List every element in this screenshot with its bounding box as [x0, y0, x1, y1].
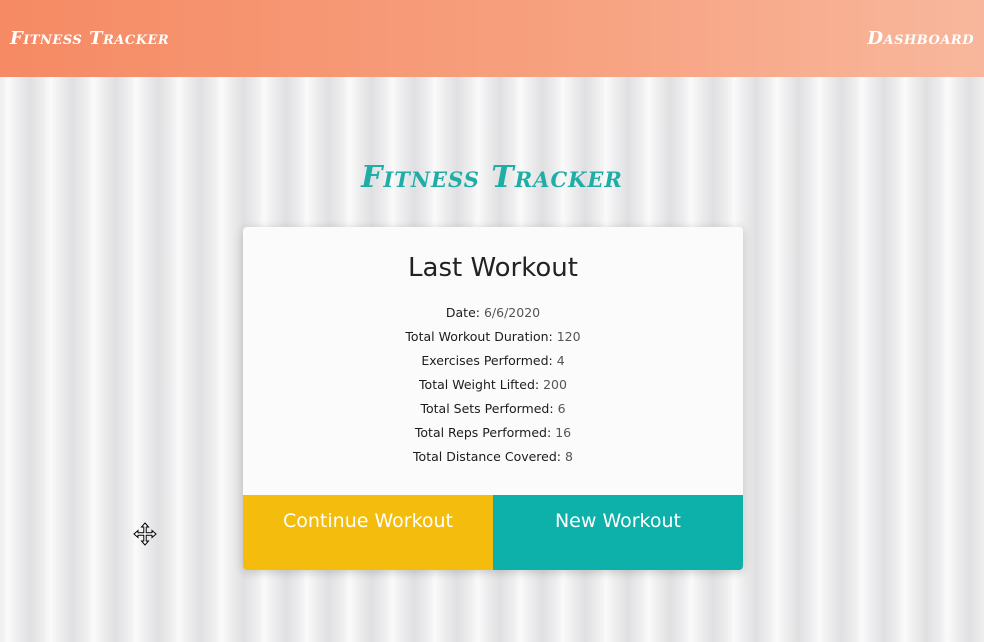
- move-cursor-icon: [133, 522, 157, 546]
- stat-label: Total Weight Lifted:: [419, 377, 540, 392]
- stat-duration: Total Workout Duration: 120: [243, 325, 743, 349]
- brand-link[interactable]: Fitness Tracker: [10, 28, 169, 49]
- card-title: Last Workout: [408, 253, 578, 283]
- dashboard-link[interactable]: Dashboard: [867, 28, 974, 49]
- stat-value: 4: [556, 353, 565, 368]
- stat-value: 120: [556, 329, 581, 344]
- page-title: Fitness Tracker: [361, 160, 623, 195]
- card-actions: Continue Workout New Workout: [243, 495, 743, 570]
- stat-value: 6/6/2020: [483, 305, 541, 320]
- stat-label: Exercises Performed:: [421, 353, 553, 368]
- navbar: Fitness Tracker Dashboard: [0, 0, 984, 77]
- stat-sets: Total Sets Performed: 6: [243, 397, 743, 421]
- stat-value: 6: [557, 401, 566, 416]
- stat-label: Total Workout Duration:: [405, 329, 553, 344]
- stat-value: 16: [555, 425, 572, 440]
- stat-distance: Total Distance Covered: 8: [243, 445, 743, 469]
- stat-exercises: Exercises Performed: 4: [243, 349, 743, 373]
- stat-label: Total Reps Performed:: [414, 425, 552, 440]
- stat-weight: Total Weight Lifted: 200: [243, 373, 743, 397]
- stat-label: Date:: [445, 305, 480, 320]
- last-workout-card: Last Workout Date: 6/6/2020 Total Workou…: [243, 227, 743, 570]
- stat-label: Total Sets Performed:: [420, 401, 554, 416]
- workout-stats: Date: 6/6/2020 Total Workout Duration: 1…: [243, 301, 743, 469]
- stat-reps: Total Reps Performed: 16: [243, 421, 743, 445]
- stat-value: 8: [565, 449, 573, 464]
- continue-workout-button[interactable]: Continue Workout: [243, 495, 493, 570]
- stat-date: Date: 6/6/2020: [243, 301, 743, 325]
- stat-label: Total Distance Covered:: [413, 449, 562, 464]
- new-workout-button[interactable]: New Workout: [493, 495, 743, 570]
- stat-value: 200: [543, 377, 567, 392]
